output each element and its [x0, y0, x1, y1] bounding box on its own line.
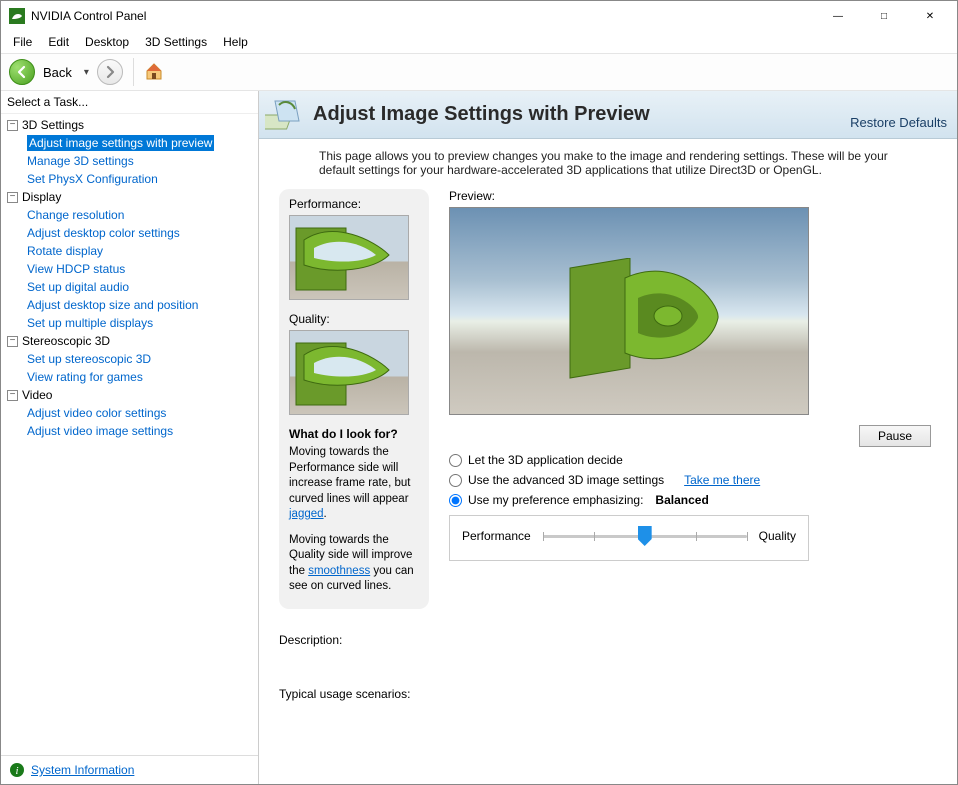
tree-group-label: Stereoscopic 3D — [22, 333, 110, 349]
system-information-link[interactable]: System Information — [31, 763, 134, 777]
back-label[interactable]: Back — [39, 65, 76, 80]
quality-thumbnail — [289, 330, 409, 415]
description-label: Description: — [279, 633, 937, 647]
preference-value: Balanced — [655, 493, 708, 507]
task-header: Select a Task... — [1, 91, 258, 114]
svg-text:i: i — [15, 765, 18, 777]
task-tree: − 3D Settings Adjust image settings with… — [1, 114, 258, 755]
preview-viewport — [449, 207, 809, 415]
slider-label-performance: Performance — [462, 529, 531, 543]
tree-item-desktop-color[interactable]: Adjust desktop color settings — [27, 225, 180, 241]
collapse-icon[interactable]: − — [7, 390, 18, 401]
performance-label: Performance: — [289, 197, 419, 211]
take-me-there-link[interactable]: Take me there — [684, 473, 760, 487]
back-history-dropdown[interactable]: ▾ — [80, 67, 93, 78]
radio-input[interactable] — [449, 494, 462, 507]
main-panel: Adjust Image Settings with Preview Resto… — [259, 91, 957, 784]
info-icon: i — [9, 762, 25, 778]
tree-item-digital-audio[interactable]: Set up digital audio — [27, 279, 129, 295]
menu-desktop[interactable]: Desktop — [77, 33, 137, 51]
maximize-button[interactable]: □ — [861, 1, 907, 31]
wdi-paragraph-1: Moving towards the Performance side will… — [289, 445, 419, 523]
page-header-icon — [265, 95, 305, 135]
nvidia-logo-icon — [560, 258, 720, 388]
wdi-paragraph-2: Moving towards the Quality side will imp… — [289, 533, 419, 595]
tree-item-adjust-image-preview[interactable]: Adjust image settings with preview — [27, 135, 214, 151]
tree-item-video-image[interactable]: Adjust video image settings — [27, 423, 173, 439]
home-button[interactable] — [144, 61, 164, 84]
what-do-i-look-for-title: What do I look for? — [289, 427, 419, 441]
collapse-icon[interactable]: − — [7, 120, 18, 131]
smoothness-link[interactable]: smoothness — [308, 565, 370, 577]
page-header: Adjust Image Settings with Preview Resto… — [259, 91, 957, 139]
menu-file[interactable]: File — [5, 33, 40, 51]
app-icon — [9, 8, 25, 24]
performance-thumbnail — [289, 215, 409, 300]
tree-group-label: Video — [22, 387, 52, 403]
menu-bar: File Edit Desktop 3D Settings Help — [1, 31, 957, 53]
tree-group-3d-settings[interactable]: − 3D Settings — [1, 116, 258, 134]
radio-label: Use my preference emphasizing: — [468, 493, 643, 507]
page-title: Adjust Image Settings with Preview — [313, 103, 850, 126]
info-panel: Performance: Quality: — [279, 189, 429, 609]
tree-item-hdcp[interactable]: View HDCP status — [27, 261, 125, 277]
tree-group-label: Display — [22, 189, 61, 205]
wdi-text-span: . — [324, 508, 327, 520]
tree-item-change-resolution[interactable]: Change resolution — [27, 207, 124, 223]
radio-app-decide[interactable]: Let the 3D application decide — [449, 453, 937, 467]
title-bar: NVIDIA Control Panel — □ ✕ — [1, 1, 957, 31]
tree-item-setup-stereo[interactable]: Set up stereoscopic 3D — [27, 351, 151, 367]
preview-label: Preview: — [449, 189, 937, 203]
tree-item-physx[interactable]: Set PhysX Configuration — [27, 171, 158, 187]
page-description: This page allows you to preview changes … — [259, 139, 957, 189]
menu-3d-settings[interactable]: 3D Settings — [137, 33, 215, 51]
pause-button[interactable]: Pause — [859, 425, 931, 447]
collapse-icon[interactable]: − — [7, 192, 18, 203]
toolbar: Back ▾ — [1, 53, 957, 91]
menu-help[interactable]: Help — [215, 33, 256, 51]
radio-label: Use the advanced 3D image settings — [468, 473, 664, 487]
jagged-link[interactable]: jagged — [289, 508, 324, 520]
menu-edit[interactable]: Edit — [40, 33, 77, 51]
radio-advanced[interactable]: Use the advanced 3D image settings Take … — [449, 473, 937, 487]
quality-label: Quality: — [289, 312, 419, 326]
collapse-icon[interactable]: − — [7, 336, 18, 347]
usage-scenarios-label: Typical usage scenarios: — [279, 687, 937, 701]
tree-item-rotate-display[interactable]: Rotate display — [27, 243, 103, 259]
window-title: NVIDIA Control Panel — [31, 9, 815, 23]
tree-item-desktop-size[interactable]: Adjust desktop size and position — [27, 297, 198, 313]
forward-button[interactable] — [97, 59, 123, 85]
tree-item-video-color[interactable]: Adjust video color settings — [27, 405, 166, 421]
tree-group-video[interactable]: − Video — [1, 386, 258, 404]
tree-group-stereo[interactable]: − Stereoscopic 3D — [1, 332, 258, 350]
radio-input[interactable] — [449, 474, 462, 487]
tree-item-manage-3d[interactable]: Manage 3D settings — [27, 153, 134, 169]
back-button[interactable] — [9, 59, 35, 85]
tree-item-multiple-displays[interactable]: Set up multiple displays — [27, 315, 153, 331]
slider-label-quality: Quality — [759, 529, 796, 543]
minimize-button[interactable]: — — [815, 1, 861, 31]
preference-slider[interactable] — [543, 526, 747, 546]
radio-input[interactable] — [449, 454, 462, 467]
tree-item-game-rating[interactable]: View rating for games — [27, 369, 143, 385]
tree-group-display[interactable]: − Display — [1, 188, 258, 206]
tree-group-label: 3D Settings — [22, 117, 84, 133]
slider-thumb[interactable] — [638, 526, 652, 546]
task-sidebar: Select a Task... − 3D Settings Adjust im… — [1, 91, 259, 784]
close-button[interactable]: ✕ — [907, 1, 953, 31]
toolbar-separator — [133, 58, 134, 86]
restore-defaults-link[interactable]: Restore Defaults — [850, 115, 947, 134]
radio-my-preference[interactable]: Use my preference emphasizing: Balanced — [449, 493, 937, 507]
preference-slider-group: Performance Quality — [449, 515, 809, 561]
sidebar-footer: i System Information — [1, 755, 258, 784]
radio-label: Let the 3D application decide — [468, 453, 623, 467]
wdi-text-span: Moving towards the Performance side will… — [289, 446, 410, 505]
